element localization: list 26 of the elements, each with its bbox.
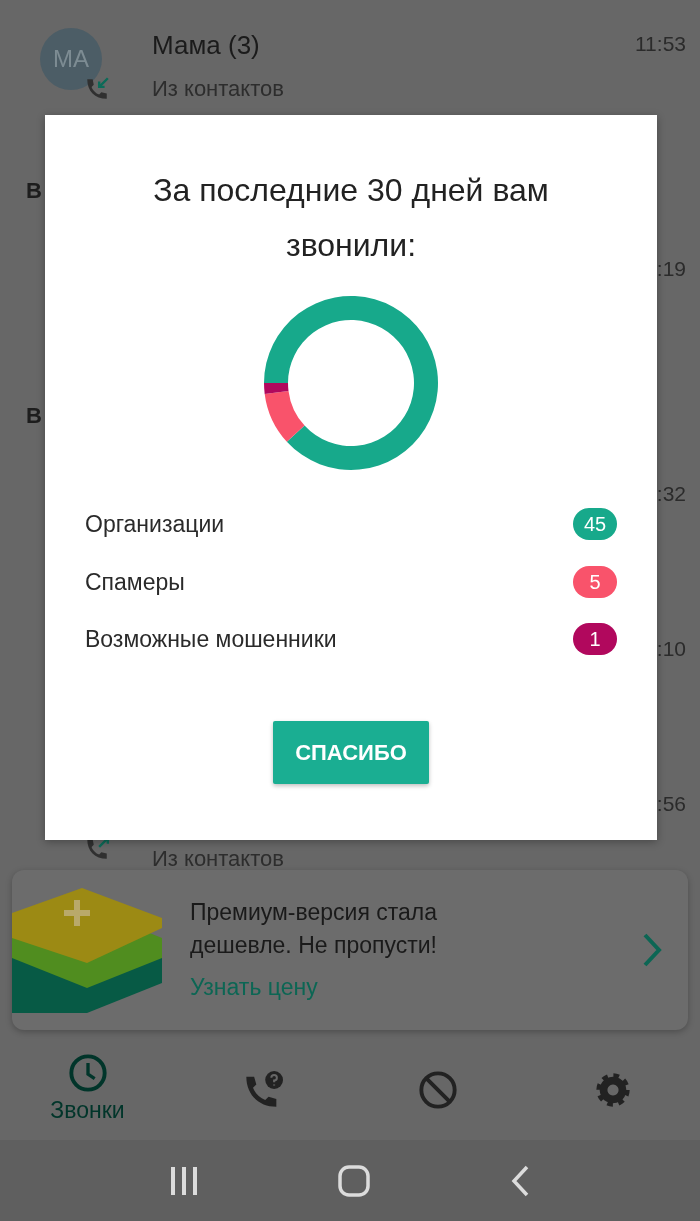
contact-subtitle: Из контактов — [152, 845, 285, 870]
count-badge: 5 — [573, 565, 617, 598]
call-time: :19 — [656, 256, 686, 282]
price-link[interactable]: Узнать цену — [190, 969, 318, 1005]
clock-icon — [67, 1052, 108, 1093]
dialog-title: За последние 30 дней вам звонили: — [152, 171, 550, 265]
call-time: :10 — [656, 636, 686, 662]
thanks-button[interactable]: СПАСИБО — [273, 720, 429, 784]
section-header: В — [26, 176, 42, 205]
call-time: :56 — [656, 791, 686, 817]
legend-label: Возможные мошенники — [85, 625, 337, 654]
block-icon — [417, 1070, 458, 1110]
count-badge: 1 — [573, 623, 617, 656]
home-icon[interactable] — [338, 1164, 370, 1197]
recent-apps-icon[interactable] — [170, 1165, 198, 1196]
promo-text: Премиум-версия стала дешевле. Не пропусти! — [190, 897, 438, 960]
count-badge: 45 — [573, 508, 617, 541]
contact-subtitle: Из контактов — [152, 75, 285, 103]
section-header: В — [26, 401, 42, 430]
legend-label: Спамеры — [85, 567, 185, 597]
nav-tab[interactable]: Звонки — [27, 1052, 148, 1128]
call-time: 11:53 — [635, 31, 686, 57]
call-time: :32 — [656, 481, 686, 507]
back-icon[interactable] — [510, 1164, 530, 1197]
contact-name: Мама (3) — [152, 29, 261, 62]
legend-label: Организации — [85, 510, 225, 539]
